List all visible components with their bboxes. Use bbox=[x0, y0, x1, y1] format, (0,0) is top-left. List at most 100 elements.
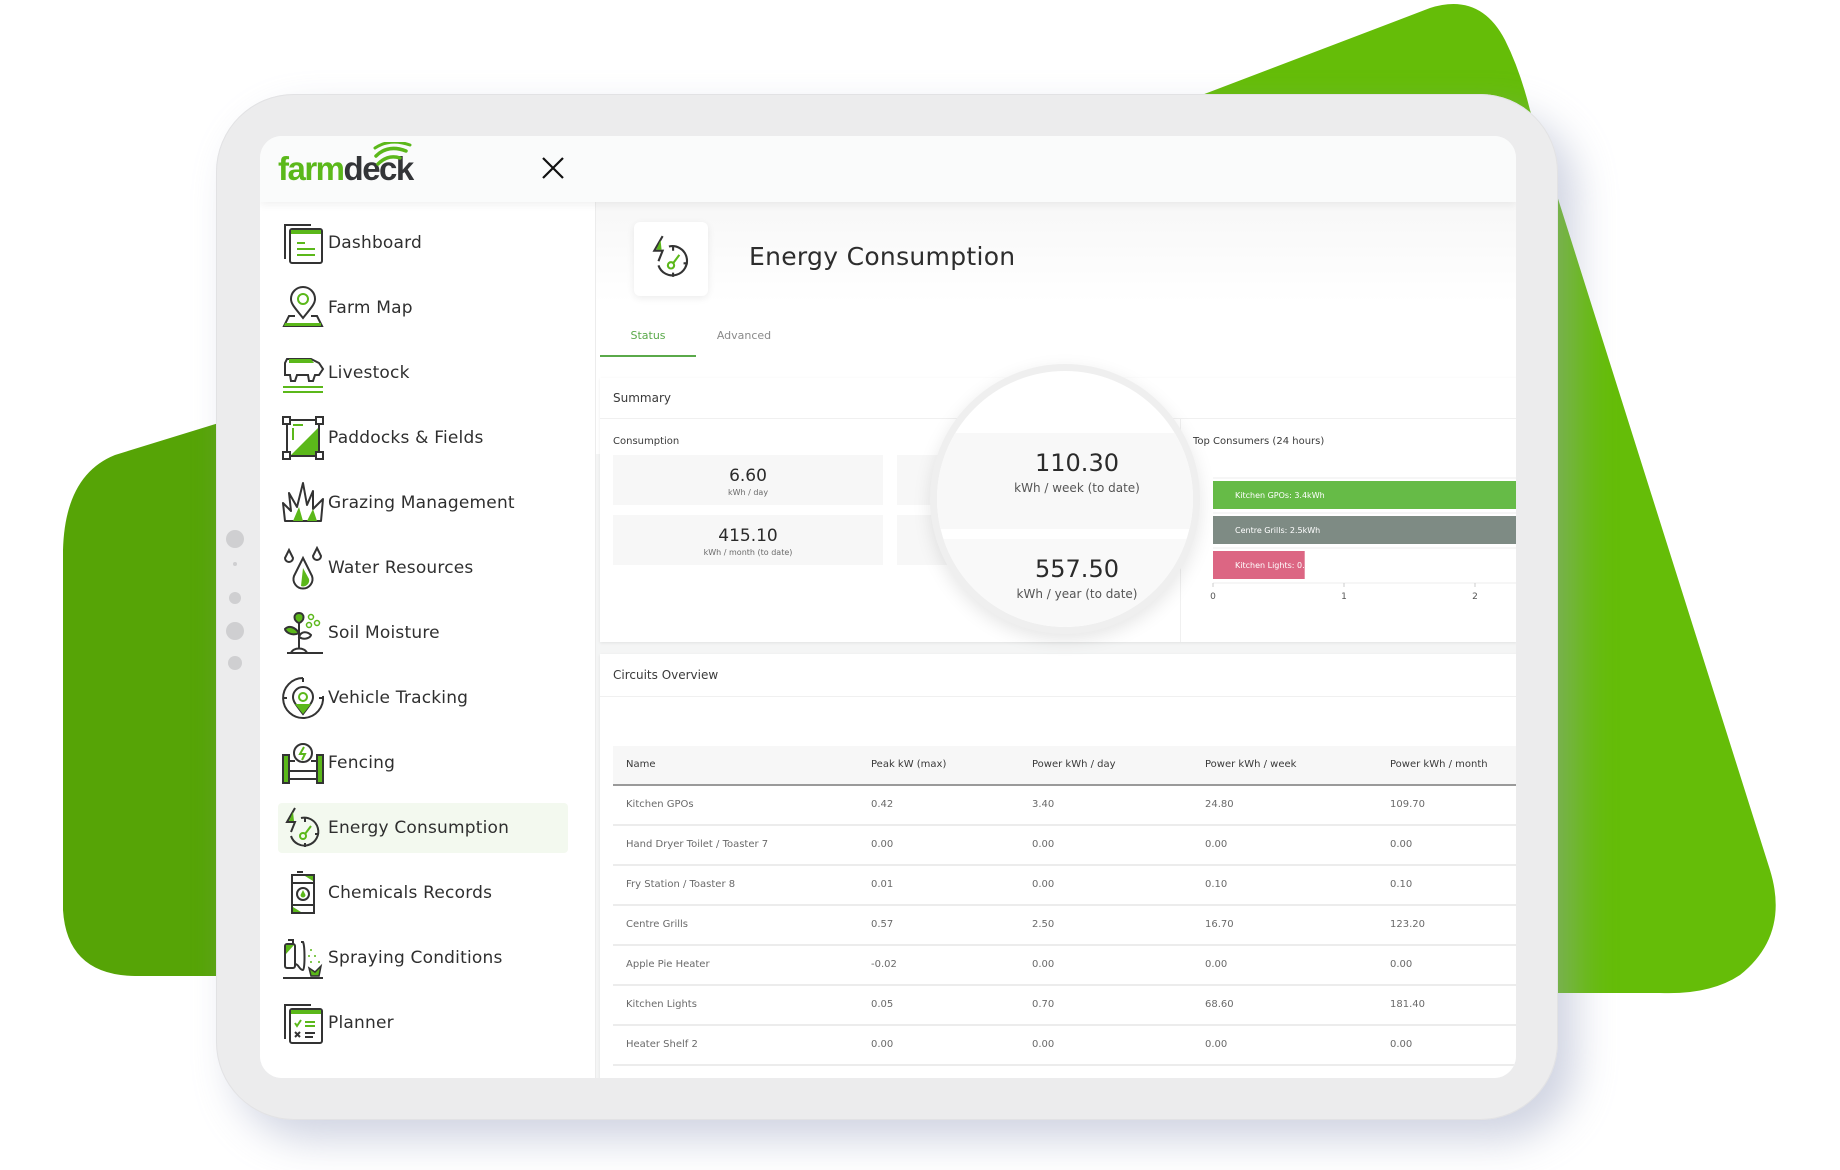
x-tick-label: 0 bbox=[1210, 592, 1216, 602]
stat-kwh-year: 557.50 kWh / year (to date) bbox=[937, 539, 1193, 627]
consumption-label: Consumption bbox=[613, 436, 680, 447]
circuit-name: Kitchen GPOs bbox=[626, 799, 694, 810]
stat-unit: kWh / month (to date) bbox=[703, 548, 793, 557]
circuit-value: 0.00 bbox=[1390, 1066, 1412, 1078]
sidebar-item-water-resources[interactable]: Water Resources bbox=[278, 543, 568, 593]
magnifier-lens: 110.30 kWh / week (to date) 557.50 kWh /… bbox=[930, 364, 1200, 634]
water-drops-icon bbox=[280, 545, 326, 591]
stat-value: 557.50 bbox=[1035, 555, 1119, 583]
circuit-value: 3.40 bbox=[1032, 799, 1055, 810]
tab-advanced[interactable]: Advanced bbox=[696, 317, 792, 357]
tab-status[interactable]: Status bbox=[600, 317, 696, 357]
circuit-name: Apple Pie Heater bbox=[626, 959, 710, 970]
column-header-peak[interactable]: Peak kW (max) bbox=[871, 746, 946, 784]
stat-value: 6.60 bbox=[729, 466, 767, 486]
dashboard-icon bbox=[280, 220, 326, 266]
circuit-name: Hand Dryer Toilet / Toaster 7 bbox=[626, 839, 769, 850]
circuit-value: 0.00 bbox=[1205, 959, 1228, 970]
close-icon[interactable] bbox=[538, 153, 568, 183]
sidebar-item-farm-map[interactable]: Farm Map bbox=[278, 283, 568, 333]
table-row[interactable]: Kitchen GPOs 0.42 3.40 24.80 109.70 bbox=[613, 786, 1516, 826]
circuit-value: 0.42 bbox=[871, 799, 894, 810]
table-row[interactable]: Apple Pie Heater -0.02 0.00 0.00 0.00 bbox=[613, 946, 1516, 986]
sidebar-item-planner[interactable]: Planner bbox=[278, 998, 568, 1048]
circuit-value: 24.80 bbox=[1205, 799, 1234, 810]
sidebar: Dashboard Farm Map Livestock Paddocks & … bbox=[260, 202, 595, 1078]
circuit-value: 68.60 bbox=[1205, 999, 1234, 1010]
sidebar-item-label: Soil Moisture bbox=[328, 623, 440, 643]
x-tick-label: 1 bbox=[1341, 592, 1347, 602]
bar-label: Kitchen GPOs: 3.4kWh bbox=[1235, 491, 1325, 500]
circuit-value: 0.00 bbox=[1032, 839, 1055, 850]
table-row[interactable]: Hand Dryer Toilet / Toaster 7 0.00 0.00 0.0… bbox=[613, 826, 1516, 866]
paddock-icon bbox=[280, 415, 326, 461]
table-row[interactable]: Centre Grills 0.57 2.50 16.70 123.20 bbox=[613, 906, 1516, 946]
top-bar: farmdeck bbox=[260, 136, 1516, 202]
circuit-value: 0.01 bbox=[871, 879, 894, 890]
sidebar-item-label: Grazing Management bbox=[328, 493, 515, 513]
sidebar-item-label: Chemicals Records bbox=[328, 883, 493, 903]
sidebar-item-grazing-management[interactable]: Grazing Management bbox=[278, 478, 568, 528]
sidebar-item-dashboard[interactable]: Dashboard bbox=[278, 218, 568, 268]
table-row[interactable]: Blodgett Oven 0.00 0.00 0.00 0.00 bbox=[613, 1066, 1516, 1078]
sidebar-item-label: Dashboard bbox=[328, 233, 423, 253]
circuit-value: 0.00 bbox=[1032, 1066, 1054, 1078]
sidebar-item-energy-consumption[interactable]: Energy Consumption bbox=[278, 803, 568, 853]
electric-fence-icon bbox=[280, 740, 326, 786]
map-pin-icon bbox=[280, 285, 326, 331]
circuit-value: 109.70 bbox=[1390, 799, 1425, 810]
sidebar-item-label: Fencing bbox=[328, 753, 396, 773]
circuit-name: Heater Shelf 2 bbox=[626, 1039, 698, 1050]
circuit-value: 0.70 bbox=[1032, 999, 1055, 1010]
circuit-value: 0.00 bbox=[1390, 959, 1413, 970]
table-header: Name Peak kW (max) Power kWh / day Power… bbox=[613, 746, 1516, 786]
table-row[interactable]: Kitchen Lights 0.05 0.70 68.60 181.40 bbox=[613, 986, 1516, 1026]
circuit-name: Kitchen Lights bbox=[626, 999, 697, 1010]
sidebar-item-label: Energy Consumption bbox=[328, 818, 510, 838]
circuit-value: 0.00 bbox=[1032, 1039, 1055, 1050]
bar-label: Kitchen Lights: 0.7kWh bbox=[1235, 561, 1327, 570]
table-row[interactable]: Fry Station / Toaster 8 0.01 0.00 0.10 0.10 bbox=[613, 866, 1516, 906]
sidebar-item-chemicals-records[interactable]: Chemicals Records bbox=[278, 868, 568, 918]
circuit-value: 0.00 bbox=[1390, 1039, 1413, 1050]
divider bbox=[600, 696, 1516, 697]
page-title-icon-box bbox=[634, 222, 708, 296]
grass-icon bbox=[280, 480, 326, 526]
bar-label: Centre Grills: 2.5kWh bbox=[1235, 526, 1320, 535]
energy-meter-icon bbox=[648, 234, 694, 284]
main-content: Energy Consumption Status Advanced Summa… bbox=[595, 202, 1516, 1078]
sidebar-item-soil-moisture[interactable]: Soil Moisture bbox=[278, 608, 568, 658]
stat-value: 415.10 bbox=[718, 526, 778, 546]
circuits-table: Name Peak kW (max) Power kWh / day Power… bbox=[613, 746, 1516, 1078]
circuit-value: 0.00 bbox=[1390, 839, 1413, 850]
sidebar-item-label: Paddocks & Fields bbox=[328, 428, 484, 448]
sidebar-item-spraying-conditions[interactable]: Spraying Conditions bbox=[278, 933, 568, 983]
chemical-barrel-icon bbox=[280, 870, 326, 916]
stat-kwh-month: 415.10 kWh / month (to date) bbox=[613, 515, 883, 565]
column-header-week[interactable]: Power kWh / week bbox=[1205, 746, 1296, 784]
column-header-name[interactable]: Name bbox=[626, 746, 656, 784]
signal-waves-icon bbox=[373, 142, 412, 166]
summary-card: Summary Consumption 6.60 kWh / day 415.1… bbox=[600, 364, 1516, 642]
sidebar-item-vehicle-tracking[interactable]: Vehicle Tracking bbox=[278, 673, 568, 723]
app-screen: farmdeck Dashboard Farm Map Livestock Pa… bbox=[260, 136, 1516, 1078]
sidebar-item-label: Spraying Conditions bbox=[328, 948, 503, 968]
sidebar-item-paddocks-fields[interactable]: Paddocks & Fields bbox=[278, 413, 568, 463]
energy-meter-icon bbox=[280, 805, 326, 851]
circuit-value: 123.20 bbox=[1390, 919, 1425, 930]
stat-kwh-week: 110.30 kWh / week (to date) bbox=[937, 433, 1193, 529]
circuit-value: 0.57 bbox=[871, 919, 894, 930]
sidebar-item-fencing[interactable]: Fencing bbox=[278, 738, 568, 788]
tab-bar: Status Advanced bbox=[596, 317, 1516, 357]
column-header-month[interactable]: Power kWh / month bbox=[1390, 746, 1488, 784]
sidebar-item-label: Planner bbox=[328, 1013, 394, 1033]
column-header-day[interactable]: Power kWh / day bbox=[1032, 746, 1116, 784]
sidebar-item-label: Water Resources bbox=[328, 558, 474, 578]
sprout-icon bbox=[280, 610, 326, 656]
circuits-title: Circuits Overview bbox=[613, 668, 719, 682]
sidebar-item-label: Vehicle Tracking bbox=[328, 688, 469, 708]
circuit-value: 0.05 bbox=[871, 999, 894, 1010]
sidebar-item-livestock[interactable]: Livestock bbox=[278, 348, 568, 398]
table-row[interactable]: Heater Shelf 2 0.00 0.00 0.00 0.00 bbox=[613, 1026, 1516, 1066]
stat-unit: kWh / year (to date) bbox=[1016, 587, 1138, 601]
